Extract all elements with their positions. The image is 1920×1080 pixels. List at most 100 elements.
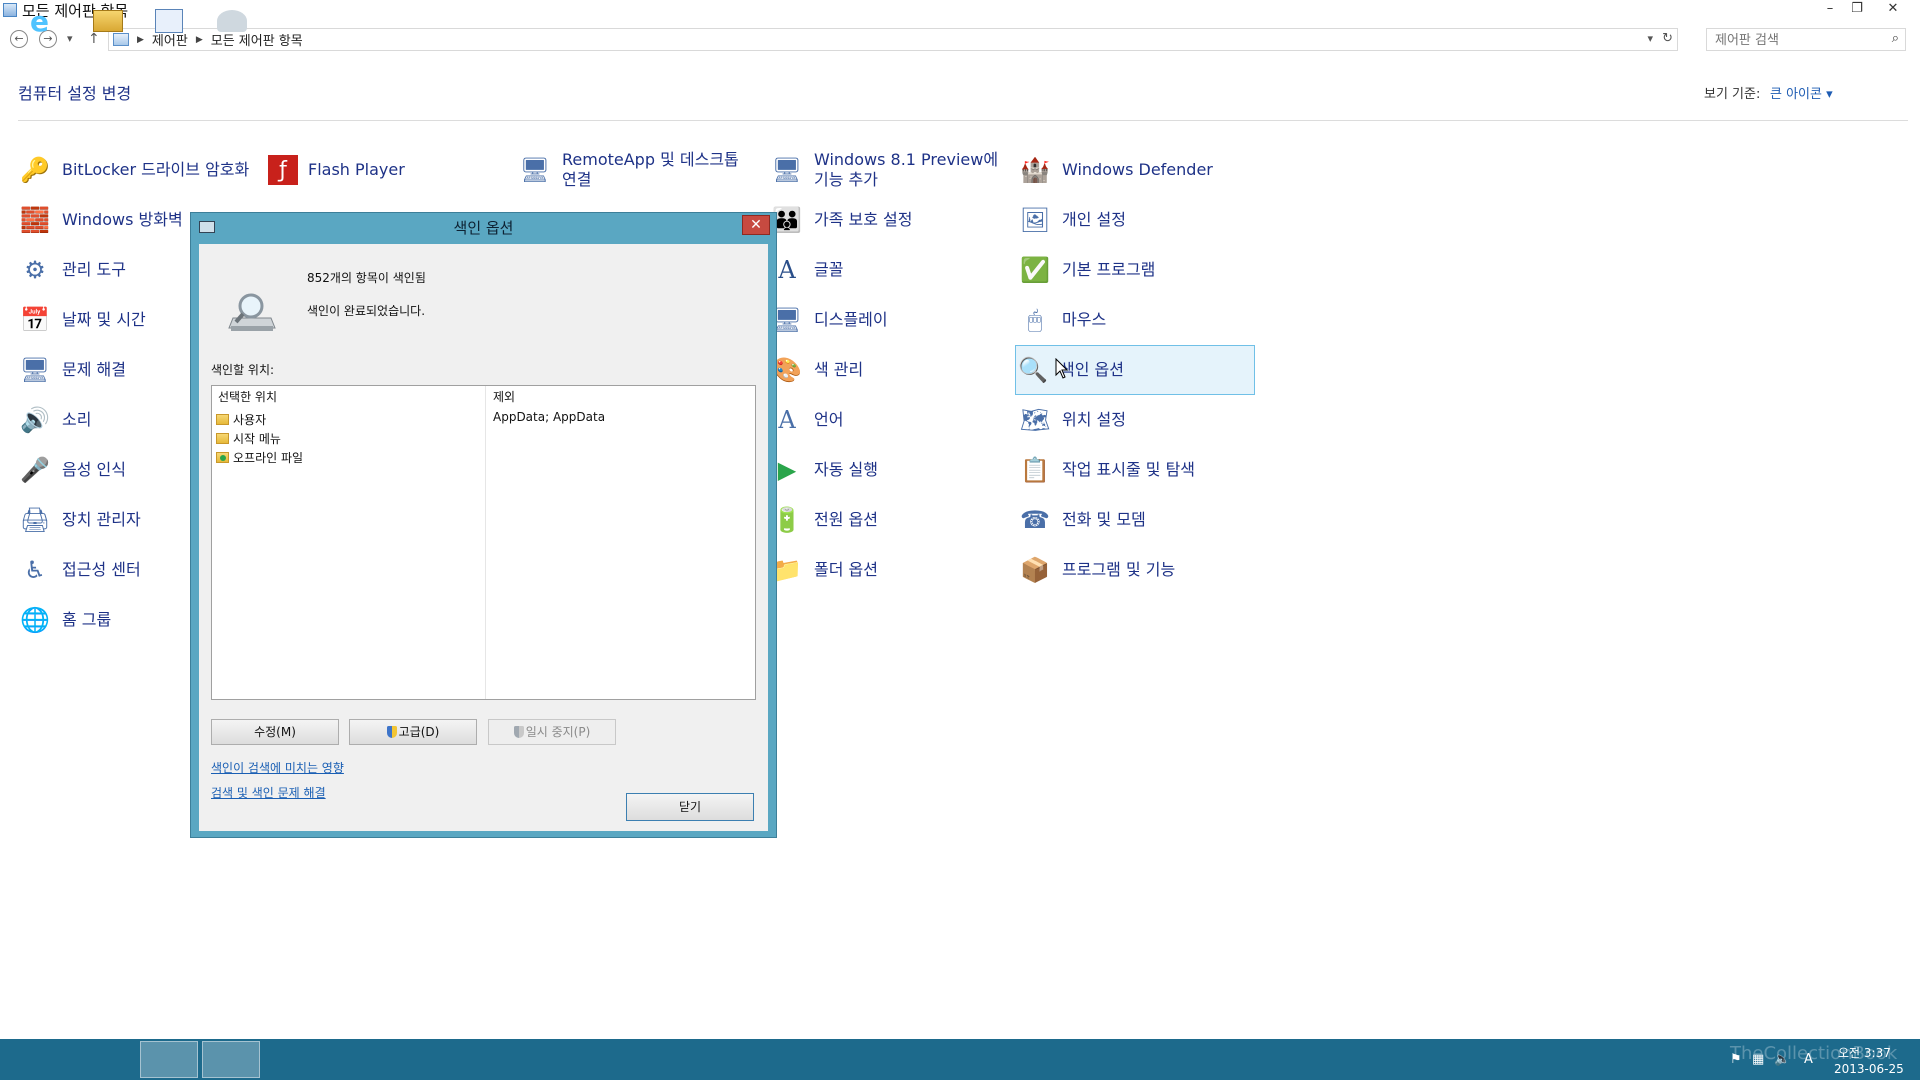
advanced-button-label: 고급(D) xyxy=(398,725,440,739)
table-row[interactable]: 오프라인 파일 xyxy=(216,448,303,466)
back-button[interactable]: ← xyxy=(10,30,28,48)
cp-item-label: 폴더 옵션 xyxy=(814,560,878,579)
cp-item-label: 자동 실행 xyxy=(814,460,878,479)
cp-item-label: 글꼴 xyxy=(814,260,844,279)
taskbar-internet-explorer[interactable] xyxy=(16,1041,74,1078)
bitlocker-icon: 🔑 xyxy=(20,156,50,184)
cp-item-fonts[interactable]: A 글꼴 xyxy=(770,245,1010,295)
view-by-dropdown[interactable]: 큰 아이콘 ▾ xyxy=(1770,83,1833,102)
taskbar-file-explorer[interactable] xyxy=(78,1041,136,1078)
cp-item-location-settings[interactable]: 🗺 위치 설정 xyxy=(1018,395,1258,445)
advanced-button[interactable]: 고급(D) xyxy=(349,719,477,745)
cp-item-flash-player[interactable]: ƒ Flash Player xyxy=(268,145,508,195)
cp-item-label: RemoteApp 및 데스크톱 연결 xyxy=(562,150,739,189)
indexed-count: 852개의 항목이 색인됨 xyxy=(307,271,426,285)
table-row[interactable]: 사용자 xyxy=(216,410,266,428)
restore-button[interactable]: ❐ xyxy=(1844,0,1870,20)
cp-item-label: 위치 설정 xyxy=(1062,410,1126,429)
cp-item-folder-options[interactable]: 📁 폴더 옵션 xyxy=(770,545,1010,595)
shield-icon xyxy=(513,726,524,738)
firewall-icon: 🧱 xyxy=(20,206,50,234)
column-header-selected[interactable]: 선택한 위치 xyxy=(218,386,277,408)
default-programs-icon: ✅ xyxy=(1020,256,1050,284)
search-icon[interactable]: ⌕ xyxy=(1892,31,1899,46)
cp-item-bitlocker[interactable]: 🔑 BitLocker 드라이브 암호화 xyxy=(18,145,258,195)
flash-icon: ƒ xyxy=(268,155,298,185)
cp-item-personalization[interactable]: 🖼 개인 설정 xyxy=(1018,195,1258,245)
cp-item-remoteapp[interactable]: 🖥 RemoteApp 및 데스크톱 연결 xyxy=(518,145,758,195)
close-window-button[interactable]: ✕ xyxy=(1880,0,1906,20)
refresh-icon[interactable]: ↻ xyxy=(1662,31,1673,46)
cp-item-label: 음성 인식 xyxy=(62,460,126,479)
cp-item-label: 가족 보호 설정 xyxy=(814,210,913,229)
search-box: ⌕ xyxy=(1706,28,1906,51)
cp-item-label: 장치 관리자 xyxy=(62,510,141,529)
taskbar-icon: 📋 xyxy=(1020,456,1050,484)
indexing-status: 색인이 완료되었습니다. xyxy=(307,304,426,318)
minimize-button[interactable]: – xyxy=(1817,0,1843,20)
location-name: 시작 메뉴 xyxy=(233,431,281,446)
microphone-icon: 🎤 xyxy=(20,456,50,484)
breadcrumb-all-items[interactable]: 모든 제어판 항목 xyxy=(211,30,303,49)
indexing-effects-link[interactable]: 색인이 검색에 미치는 영향 xyxy=(211,759,344,776)
pause-button[interactable]: 일시 중지(P) xyxy=(488,719,616,745)
ime-indicator[interactable]: A xyxy=(1804,1052,1813,1067)
cp-item-default-programs[interactable]: ✅ 기본 프로그램 xyxy=(1018,245,1258,295)
troubleshoot-search-link[interactable]: 검색 및 색인 문제 해결 xyxy=(211,784,326,801)
location-name: 오프라인 파일 xyxy=(233,450,304,465)
chevron-right-icon: ▶ xyxy=(195,34,203,45)
cp-item-indexing-options[interactable]: 🔍 색인 옵션 xyxy=(1015,345,1255,395)
cp-item-windows-81[interactable]: 🖥 Windows 8.1 Preview에 기능 추가 xyxy=(770,145,1010,195)
cp-item-label: 작업 표시줄 및 탐색 xyxy=(1062,460,1196,479)
cp-item-label: 언어 xyxy=(814,410,844,429)
view-by-label: 보기 기준: xyxy=(1704,87,1761,102)
close-button[interactable]: 닫기 xyxy=(626,793,754,821)
cp-item-label: BitLocker 드라이브 암호화 xyxy=(62,160,250,179)
internet-explorer-icon: e xyxy=(30,5,49,38)
cp-item-windows-defender[interactable]: 🏰 Windows Defender xyxy=(1018,145,1258,195)
cp-item-language[interactable]: A 언어 xyxy=(770,395,1010,445)
cp-item-mouse[interactable]: 🖱 마우스 xyxy=(1018,295,1258,345)
clock-time[interactable]: 오전 3:37 xyxy=(1838,1044,1891,1061)
cp-item-label: Windows Defender xyxy=(1062,160,1213,179)
cp-item-label: 전화 및 모뎀 xyxy=(1062,510,1146,529)
shield-icon xyxy=(386,726,397,738)
cp-item-programs-features[interactable]: 📦 프로그램 및 기능 xyxy=(1018,545,1258,595)
cp-item-display[interactable]: 🖥 디스플레이 xyxy=(770,295,1010,345)
pause-button-label: 일시 중지(P) xyxy=(525,725,591,739)
personalization-icon: 🖼 xyxy=(1019,206,1051,234)
network-icon[interactable]: ▦ xyxy=(1752,1052,1764,1067)
cp-item-label: Windows 방화벽 xyxy=(62,210,183,229)
cp-item-power-options[interactable]: 🔋 전원 옵션 xyxy=(770,495,1010,545)
search-input[interactable] xyxy=(1707,30,1877,51)
taskbar-indexing-options[interactable] xyxy=(202,1041,260,1078)
chevron-down-icon[interactable]: ▾ xyxy=(1647,32,1653,45)
remoteapp-icon: 🖥 xyxy=(519,156,551,184)
dialog-body: 852개의 항목이 색인됨 색인이 완료되었습니다. 색인할 위치: 선택한 위… xyxy=(199,244,768,831)
cp-item-phone-modem[interactable]: ☎ 전화 및 모뎀 xyxy=(1018,495,1258,545)
clock-date[interactable]: 2013-06-25 xyxy=(1834,1062,1904,1076)
defender-icon: 🏰 xyxy=(1020,156,1050,184)
divider xyxy=(18,120,1908,121)
cp-item-family-safety[interactable]: 👪 가족 보호 설정 xyxy=(770,195,1010,245)
up-button[interactable]: ↑ xyxy=(88,30,100,48)
cp-item-autoplay[interactable]: ▶ 자동 실행 xyxy=(770,445,1010,495)
column-header-exclude[interactable]: 제외 xyxy=(493,386,515,408)
modify-button[interactable]: 수정(M) xyxy=(211,719,339,745)
dialog-close-button[interactable]: ✕ xyxy=(742,215,770,235)
table-row[interactable]: 시작 메뉴 xyxy=(216,429,281,447)
action-center-flag-icon[interactable]: ⚑ xyxy=(1730,1052,1742,1067)
homegroup-icon: 🌐 xyxy=(20,606,50,634)
taskbar-control-panel[interactable] xyxy=(140,1041,198,1078)
device-manager-icon: 🖨 xyxy=(19,506,51,534)
cp-item-color-management[interactable]: 🎨 색 관리 xyxy=(770,345,1010,395)
volume-icon[interactable]: 🔈 xyxy=(1774,1052,1790,1067)
recent-pages-button[interactable]: ▾ xyxy=(67,30,73,48)
chevron-right-icon: ▶ xyxy=(137,34,144,45)
locations-label: 색인할 위치: xyxy=(211,363,275,377)
locations-table[interactable]: 선택한 위치 제외 사용자 AppData; AppData 시작 메뉴 오프라… xyxy=(211,385,756,700)
address-field[interactable]: ▶ 제어판 ▶ 모든 제어판 항목 ▾ ↻ xyxy=(108,28,1678,51)
cp-item-taskbar-navigation[interactable]: 📋 작업 표시줄 및 탐색 xyxy=(1018,445,1258,495)
cp-item-label: 프로그램 및 기능 xyxy=(1062,560,1176,579)
control-panel-icon xyxy=(113,33,129,46)
